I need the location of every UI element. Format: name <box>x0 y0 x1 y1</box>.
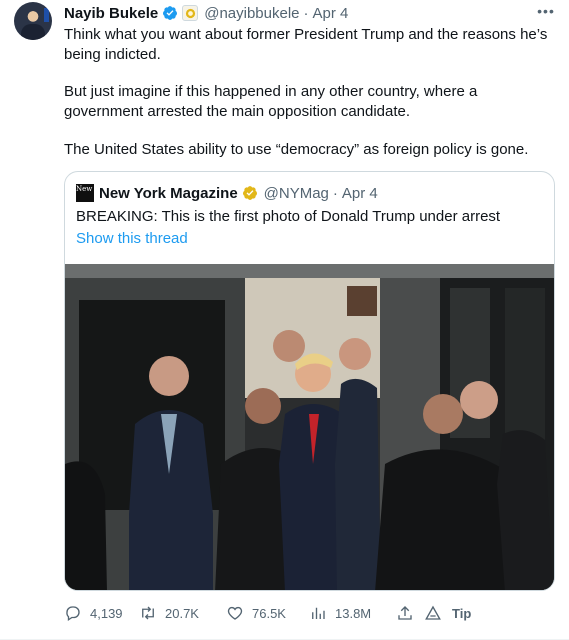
tweet-header: Nayib Bukele @nayibbukele · Apr 4 <box>64 3 348 23</box>
quoted-tweet-photo[interactable] <box>65 264 554 590</box>
affiliate-badge-icon[interactable] <box>182 5 199 21</box>
retweet-count: 20.7K <box>165 605 199 621</box>
quoted-tweet-text: BREAKING: This is the first photo of Don… <box>76 208 501 225</box>
verified-gold-check-icon <box>242 186 257 200</box>
tweet-text-paragraph: The United States ability to use “democr… <box>64 141 529 158</box>
views-button[interactable]: 13.8M <box>309 602 371 624</box>
views-bar-chart-icon <box>312 607 325 619</box>
share-button[interactable] <box>396 602 422 624</box>
avatar[interactable] <box>14 2 52 40</box>
quoted-tweet[interactable]: New York New York Magazine @NYMag · Apr … <box>64 171 555 591</box>
share-upload-icon <box>398 606 412 620</box>
views-count: 13.8M <box>335 605 372 621</box>
tweet-actions: 4,139 20.7K 76.5K 13.8M Tip <box>64 602 484 624</box>
author-name[interactable]: Nayib Bukele <box>64 5 158 22</box>
reply-count: 4,139 <box>90 605 123 621</box>
tweet-date[interactable]: Apr 4 <box>313 5 349 22</box>
retweet-arrows-icon <box>142 606 154 620</box>
like-button[interactable]: 76.5K <box>226 602 286 624</box>
heart-icon <box>227 606 243 620</box>
reply-button[interactable]: 4,139 <box>64 602 123 624</box>
tip-label: Tip <box>452 605 472 621</box>
quoted-author-handle[interactable]: @NYMag <box>264 185 329 202</box>
tip-icon <box>425 605 441 620</box>
more-options-icon[interactable]: ••• <box>534 2 558 22</box>
tip-button[interactable]: Tip <box>424 602 471 624</box>
author-handle[interactable]: @nayibbukele <box>204 5 299 22</box>
verified-blue-check-icon <box>163 6 178 20</box>
quoted-tweet-date[interactable]: Apr 4 <box>342 185 378 202</box>
quoted-tweet-header: New York New York Magazine @NYMag · Apr … <box>76 183 378 203</box>
avatar-flag <box>44 8 49 22</box>
tweet-text-paragraph: Think what you want about former Preside… <box>64 26 548 63</box>
tweet: Nayib Bukele @nayibbukele · Apr 4 ••• Th… <box>0 0 569 640</box>
show-thread-link[interactable]: Show this thread <box>76 229 188 249</box>
header-separator: · <box>303 4 309 22</box>
tweet-text-paragraph: But just imagine if this happened in any… <box>64 83 478 120</box>
courthouse-photo-illustration <box>65 264 554 590</box>
nymag-logo: New York <box>76 184 110 202</box>
like-count: 76.5K <box>252 605 286 621</box>
quoted-author-name[interactable]: New York Magazine <box>99 185 238 202</box>
reply-bubble-icon <box>66 606 80 622</box>
avatar-figure <box>21 24 45 40</box>
retweet-button[interactable]: 20.7K <box>139 602 199 624</box>
quoted-header-separator: · <box>332 184 338 202</box>
